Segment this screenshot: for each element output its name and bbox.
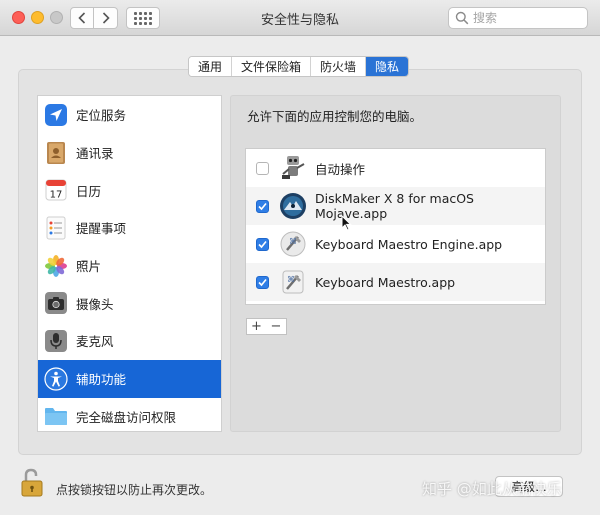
camera-icon xyxy=(45,292,67,315)
app-list[interactable]: 自动操作 DiskMaker X 8 for macOS Mojave.app xyxy=(245,148,546,305)
accessibility-icon xyxy=(44,367,68,391)
close-window-button[interactable] xyxy=(12,11,25,24)
tab-filevault[interactable]: 文件保险箱 xyxy=(232,57,312,76)
sidebar-item-label: 提醒事项 xyxy=(76,221,127,237)
app-row[interactable]: ⌘ Keyboard Maestro.app xyxy=(246,263,545,301)
sidebar-item-label: 照片 xyxy=(76,259,102,275)
app-checkbox[interactable] xyxy=(256,161,269,175)
calendar-icon: 17 xyxy=(45,179,67,201)
contacts-book-icon xyxy=(47,141,65,164)
tab-general[interactable]: 通用 xyxy=(189,57,233,76)
checkmark-icon xyxy=(258,202,267,210)
tab-privacy[interactable]: 隐私 xyxy=(366,57,409,76)
app-checkbox[interactable] xyxy=(256,199,269,213)
lock-hint-text: 点按锁按钮以防止再次更改。 xyxy=(56,483,213,497)
keyboard-maestro-icon: ⌘ xyxy=(282,270,304,294)
sidebar-item-label: 辅助功能 xyxy=(76,372,127,388)
sidebar-item-label: 完全磁盘访问权限 xyxy=(76,409,177,425)
chevron-right-icon xyxy=(102,12,110,24)
sidebar-item-photos[interactable]: 照片 xyxy=(38,247,221,285)
tab-bar: 通用 文件保险箱 防火墙 隐私 xyxy=(188,56,410,77)
back-button[interactable] xyxy=(70,7,94,29)
app-row[interactable]: DiskMaker X 8 for macOS Mojave.app xyxy=(246,187,545,225)
microphone-icon xyxy=(45,329,67,352)
sidebar-item-label: 日历 xyxy=(76,183,102,199)
sidebar-item-contacts[interactable]: 通讯录 xyxy=(38,134,221,172)
automator-robot-icon xyxy=(282,156,305,179)
sidebar-item-accessibility[interactable]: 辅助功能 xyxy=(38,359,221,398)
detail-description: 允许下面的应用控制您的电脑。 xyxy=(247,109,423,124)
sidebar-item-label: 麦克风 xyxy=(76,334,114,350)
sidebar-item-label: 定位服务 xyxy=(76,108,127,124)
checkmark-icon xyxy=(258,278,267,286)
photos-flower-icon xyxy=(45,254,67,277)
search-icon xyxy=(455,11,469,25)
app-row[interactable]: ⌘ Keyboard Maestro Engine.app xyxy=(246,225,545,263)
remove-app-button[interactable]: − xyxy=(266,318,287,335)
app-name: 自动操作 xyxy=(315,161,366,177)
watermark-text: 知乎 @如此从前快乐 xyxy=(422,480,562,498)
keyboard-maestro-engine-icon: ⌘ xyxy=(280,231,306,257)
location-arrow-icon xyxy=(45,103,67,126)
reminders-list-icon xyxy=(46,216,66,240)
svg-text:⌘: ⌘ xyxy=(289,237,297,246)
folder-icon xyxy=(45,408,67,426)
zoom-window-button[interactable] xyxy=(50,11,63,24)
mouse-cursor-icon xyxy=(341,215,352,231)
add-app-button[interactable]: + xyxy=(246,318,267,335)
search-input[interactable] xyxy=(473,11,583,25)
sidebar-item-label: 通讯录 xyxy=(76,146,114,162)
chevron-left-icon xyxy=(78,12,86,24)
app-name: Keyboard Maestro Engine.app xyxy=(315,236,503,252)
checkmark-icon xyxy=(258,240,267,248)
preferences-window: 安全性与隐私 通用 文件保险箱 防火墙 隐私 定位服务 xyxy=(0,0,600,515)
diskmaker-icon xyxy=(280,193,306,219)
title-bar: 安全性与隐私 xyxy=(0,0,600,36)
app-row[interactable]: 自动操作 xyxy=(246,149,545,187)
sidebar-item-camera[interactable]: 摄像头 xyxy=(38,284,221,322)
sidebar-item-label: 摄像头 xyxy=(76,296,114,312)
sidebar-item-full-disk-access[interactable]: 完全磁盘访问权限 xyxy=(38,398,221,432)
grid-icon xyxy=(134,11,152,25)
svg-text:⌘: ⌘ xyxy=(287,275,295,284)
search-field[interactable] xyxy=(448,7,588,29)
app-checkbox[interactable] xyxy=(256,237,269,251)
tab-firewall[interactable]: 防火墙 xyxy=(311,57,367,76)
sidebar-item-reminders[interactable]: 提醒事项 xyxy=(38,209,221,247)
sidebar-item-microphone[interactable]: 麦克风 xyxy=(38,322,221,360)
sidebar-item-calendar[interactable]: 17 日历 xyxy=(38,171,221,209)
sidebar-item-location[interactable]: 定位服务 xyxy=(38,96,221,134)
calendar-day-label: 17 xyxy=(50,190,63,201)
privacy-category-list: 定位服务 通讯录 17 日历 提醒事项 照片 摄像头 麦克风 辅助功能 完全磁盘… xyxy=(37,95,222,432)
app-checkbox[interactable] xyxy=(256,275,269,289)
forward-button[interactable] xyxy=(94,7,118,29)
show-all-button[interactable] xyxy=(126,7,160,29)
app-name: Keyboard Maestro.app xyxy=(315,274,456,290)
minimize-window-button[interactable] xyxy=(31,11,44,24)
unlocked-padlock-icon[interactable] xyxy=(19,468,45,498)
